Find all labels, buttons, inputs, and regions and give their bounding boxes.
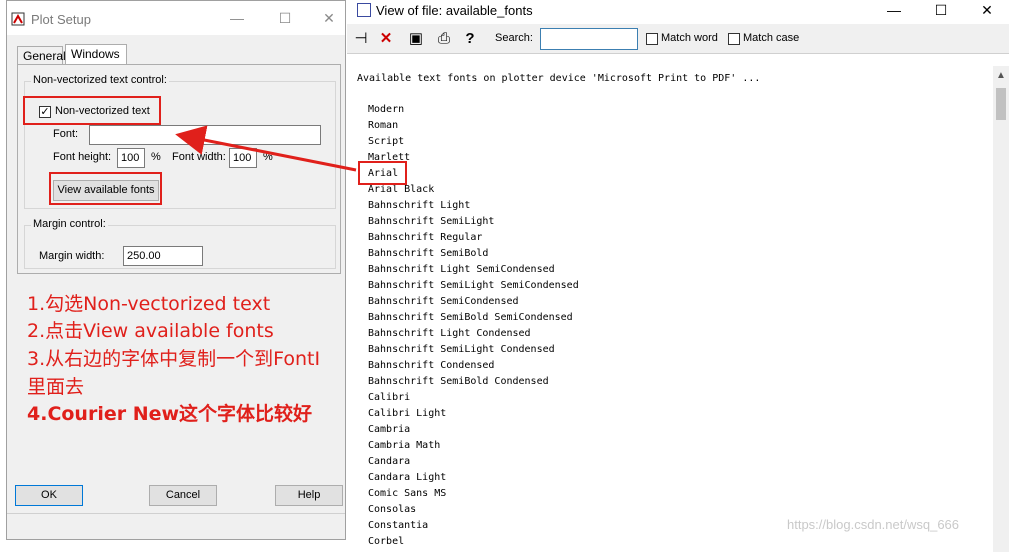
annotation-note-3-cont: 里面去 xyxy=(27,376,85,398)
match-word-label: Match word xyxy=(661,32,718,44)
scroll-up-icon[interactable]: ▲ xyxy=(996,70,1006,81)
margin-width-label: Margin width: xyxy=(39,250,105,262)
tab-general[interactable]: General xyxy=(17,46,66,64)
font-list-item: Modern xyxy=(368,104,405,115)
font-width-label: Font width: xyxy=(172,151,226,163)
font-list-item: Comic Sans MS xyxy=(368,488,447,499)
font-list-item: Script xyxy=(368,136,405,147)
nonvec-group-title: Non-vectorized text control: xyxy=(31,74,169,86)
vertical-scrollbar[interactable]: ▲ xyxy=(993,66,1009,552)
font-width-unit: % xyxy=(263,151,273,163)
file-content: Available text fonts on plotter device '… xyxy=(347,55,994,552)
help-button[interactable]: Help xyxy=(275,485,343,506)
plot-setup-dialog: Plot Setup — ☐ ✕ General Windows Non-vec… xyxy=(6,0,346,540)
margin-group-title: Margin control: xyxy=(31,218,108,230)
annotation-box-checkbox xyxy=(23,96,161,125)
font-label: Font: xyxy=(53,128,79,140)
margin-group: Margin control: Margin width: xyxy=(24,218,336,269)
annotation-note-3: 3.从右边的字体中复制一个到FontI xyxy=(27,348,321,370)
font-list-item: Bahnschrift SemiBold SemiCondensed xyxy=(368,312,573,323)
font-list-item: Bahnschrift Light xyxy=(368,200,471,211)
font-input[interactable] xyxy=(89,125,321,145)
margin-width-input[interactable] xyxy=(123,246,203,266)
font-list-item: Calibri xyxy=(368,392,411,403)
font-list-item: Calibri Light xyxy=(368,408,447,419)
annotation-box-arial xyxy=(358,161,407,185)
font-list-item: Candara xyxy=(368,456,411,467)
search-input[interactable] xyxy=(540,28,638,50)
font-list-item: Bahnschrift Light Condensed xyxy=(368,328,531,339)
match-case-checkbox[interactable] xyxy=(728,33,740,45)
viewer-title: View of file: available_fonts xyxy=(376,3,533,18)
file-header-line: Available text fonts on plotter device '… xyxy=(357,73,761,84)
font-list-item: Candara Light xyxy=(368,472,447,483)
font-list-item: Constantia xyxy=(368,520,429,531)
viewer-app-icon xyxy=(357,3,371,17)
font-list-item: Bahnschrift Regular xyxy=(368,232,483,243)
font-width-input[interactable] xyxy=(229,148,257,168)
tab-windows[interactable]: Windows xyxy=(65,44,127,65)
font-height-input[interactable] xyxy=(117,148,145,168)
maximize-icon[interactable]: ☐ xyxy=(275,9,295,27)
annotation-note-1: 1.勾选Non-vectorized text xyxy=(27,293,271,315)
maximize-icon[interactable]: ☐ xyxy=(929,1,953,19)
font-list-item: Bahnschrift SemiCondensed xyxy=(368,296,519,307)
font-list-item: Bahnschrift SemiLight Condensed xyxy=(368,344,555,355)
font-list-item: Cambria Math xyxy=(368,440,441,451)
match-case-label: Match case xyxy=(743,32,800,44)
cancel-button[interactable]: Cancel xyxy=(149,485,217,506)
minimize-icon[interactable]: — xyxy=(227,9,247,27)
font-list-item: Corbel xyxy=(368,536,405,547)
font-list-item: Bahnschrift SemiLight xyxy=(368,216,495,227)
font-list-item: Cambria xyxy=(368,424,411,435)
file-viewer-window: View of file: available_fonts — ☐ ✕ ⊣ ✕ … xyxy=(347,0,1009,552)
font-height-label: Font height: xyxy=(53,151,112,163)
dialog-titlebar: Plot Setup — ☐ ✕ xyxy=(7,1,345,35)
status-divider xyxy=(7,513,345,514)
plot-setup-app-icon xyxy=(11,12,25,26)
match-word-checkbox[interactable] xyxy=(646,33,658,45)
font-list-item: Bahnschrift SemiLight SemiCondensed xyxy=(368,280,579,291)
dialog-title: Plot Setup xyxy=(31,12,91,27)
annotation-note-4: 4.Courier New这个字体比较好 xyxy=(27,403,313,425)
close-icon[interactable]: ✕ xyxy=(319,9,339,27)
scroll-thumb[interactable] xyxy=(996,88,1006,120)
font-list-item: Arial Black xyxy=(368,184,435,195)
help-icon[interactable]: ? xyxy=(459,28,481,50)
font-height-unit: % xyxy=(151,151,161,163)
viewer-toolbar: ⊣ ✕ ▣ ⎙ ? Search: Match word Match case xyxy=(347,24,1009,54)
close-icon[interactable]: ✕ xyxy=(975,1,999,19)
watermark: https://blog.csdn.net/wsq_666 xyxy=(787,517,960,532)
annotation-note-2: 2.点击View available fonts xyxy=(27,320,274,342)
minimize-icon[interactable]: — xyxy=(882,1,906,19)
pin-icon[interactable]: ⊣ xyxy=(350,28,372,50)
search-label: Search: xyxy=(495,32,533,44)
viewer-titlebar: View of file: available_fonts — ☐ ✕ xyxy=(347,0,1009,22)
print-icon[interactable]: ⎙ xyxy=(433,28,455,50)
font-list-item: Consolas xyxy=(368,504,417,515)
annotation-box-view-fonts xyxy=(49,172,162,205)
font-list-item: Bahnschrift SemiBold Condensed xyxy=(368,376,549,387)
font-list-item: Roman xyxy=(368,120,399,131)
close-file-icon[interactable]: ✕ xyxy=(375,28,397,50)
font-list-item: Bahnschrift SemiBold xyxy=(368,248,489,259)
save-icon[interactable]: ▣ xyxy=(405,28,427,50)
font-list-item: Bahnschrift Light SemiCondensed xyxy=(368,264,555,275)
font-list-item: Bahnschrift Condensed xyxy=(368,360,495,371)
ok-button[interactable]: OK xyxy=(15,485,83,506)
